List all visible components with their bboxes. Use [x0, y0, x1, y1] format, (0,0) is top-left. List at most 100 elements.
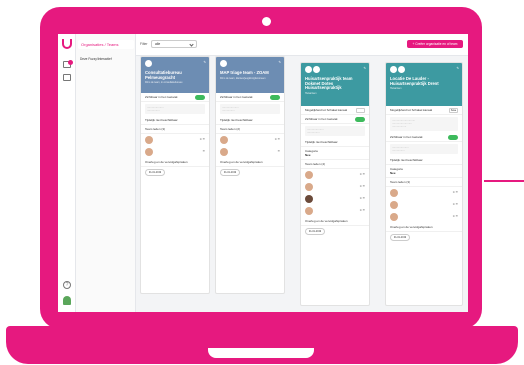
member-actions-icon[interactable]: ⚙ ☰ — [360, 173, 365, 176]
member-actions-icon[interactable]: ⚙ ☰ — [275, 138, 280, 141]
save-button[interactable]: Save — [449, 108, 458, 113]
member-actions-icon[interactable]: ⚙ ☰ — [453, 203, 458, 206]
visibility-toggle[interactable] — [195, 95, 205, 100]
meeting-date: 01-01-2019 — [390, 234, 410, 242]
meeting-item[interactable]: 01-01-2019 — [305, 227, 365, 237]
member-row[interactable]: ⚙ ☰ — [301, 205, 369, 217]
laptop-base — [6, 326, 518, 364]
help-icon[interactable]: ? — [63, 281, 71, 289]
member-avatar — [305, 207, 313, 216]
filter-select[interactable]: alle — [151, 40, 197, 48]
laptop-illustration: ? Organisaties / Teams Deze Fuzzy/Intera… — [0, 0, 524, 365]
create-team-button[interactable]: + Creëer organisatie en of team — [407, 40, 463, 48]
card-subtitle: Dit is de team, klanten/jeugdzorgfenomee… — [220, 76, 266, 80]
info-note: ····················· ················ — [390, 143, 458, 155]
card-title: Consultatiebureau Pelmeusgracht — [145, 70, 182, 80]
team-icon — [390, 66, 397, 73]
category-row: Categorie Nee — [386, 165, 462, 179]
member-actions-icon[interactable]: ⚙ ☰ — [200, 138, 205, 141]
member-actions-icon[interactable]: ⚙ ☰ — [453, 215, 458, 218]
meeting-item[interactable]: 01-01-2019 — [145, 168, 205, 178]
user-avatar-icon[interactable] — [63, 296, 71, 305]
member-row[interactable]: ⚙ ☰ — [386, 187, 462, 199]
member-actions-icon[interactable]: ⚙ ☰ — [360, 197, 365, 200]
icon-rail: ? — [58, 34, 76, 312]
team-card: ✎ Huisartsenpraktijk team Dokmet Dotes H… — [300, 62, 370, 306]
laptop-camera — [262, 17, 271, 26]
channel-row: Mogelijkheid tot Schakel kanaal — [301, 106, 369, 115]
category-value: Nee — [390, 171, 396, 176]
row-label: Tijdelijk niet beschikbaar — [305, 140, 338, 145]
members-label: Team leden (4) — [305, 162, 326, 167]
member-avatar — [220, 136, 228, 145]
member-avatar — [390, 201, 398, 210]
member-actions-icon[interactable]: ⚙ ☰ — [453, 191, 458, 194]
member-actions-icon[interactable]: ☰ — [203, 150, 205, 153]
row-label: Zichtbaar in het zoekvak — [220, 95, 253, 99]
member-row[interactable]: ⚙ ☰ — [386, 199, 462, 211]
team-icon — [305, 66, 312, 73]
member-row[interactable]: ☰ — [216, 146, 284, 158]
team-icon — [145, 60, 152, 67]
member-row[interactable]: ⚙ ☰ — [216, 134, 284, 146]
unavailable-row: Tijdelijk niet beschikbaar — [141, 116, 209, 126]
toolbar: Filter alle + Creëer organisatie en of t… — [136, 34, 468, 56]
chat-icon[interactable] — [63, 74, 71, 81]
meetings-header: Overleg en de vervolgafspraken — [386, 223, 462, 233]
member-avatar — [390, 189, 398, 198]
unavailable-row: Tijdelijk niet beschikbaar — [386, 156, 462, 166]
member-actions-icon[interactable]: ☰ — [278, 150, 280, 153]
card-subtitle: Huisartsen — [390, 87, 402, 91]
cable-line — [484, 180, 524, 182]
member-row[interactable]: ⚙ ☰ — [386, 211, 462, 223]
visibility-toggle[interactable] — [270, 95, 280, 100]
category-value: Nee — [305, 153, 311, 158]
row-label: Zichtbaar in het zoekvak — [145, 95, 178, 99]
meetings-label: Overleg en de vervolgafspraken — [390, 225, 433, 230]
card-header: ✎ Locatie De Lauder - Huisartsenpraktijk… — [386, 63, 462, 106]
row-label: Mogelijkheid tot Schakel kanaal — [305, 108, 348, 112]
laptop-notch — [208, 348, 314, 358]
nav-organisaties-teams[interactable]: Organisaties / Teams — [78, 40, 134, 49]
channel-row: Mogelijkheid tot Schakel kanaal Save — [386, 106, 462, 115]
member-row[interactable]: ⚙ ☰ — [301, 181, 369, 193]
row-label: Zichtbaar in het zoekvak — [390, 134, 423, 139]
meetings-header: Overleg en de vervolgafspraken — [141, 158, 209, 168]
app-logo-icon[interactable] — [62, 39, 72, 49]
unavailable-row: Tijdelijk niet beschikbaar — [301, 138, 369, 148]
info-note: ····················· ················ — [305, 126, 365, 137]
meeting-item[interactable]: 01-01-2019 — [220, 168, 280, 178]
visibility-row: Zichtbaar in het zoekvak — [386, 133, 462, 142]
members-header: Team leden (2) — [216, 125, 284, 135]
nav-item-fuzzy[interactable]: Deze Fuzzy/Interactief — [80, 57, 112, 61]
team-card: ✎ Locatie De Lauder - Huisartsenpraktijk… — [385, 62, 463, 306]
team-card: ✎ MAP triage team - ZOAM Dit is de team,… — [215, 56, 285, 294]
visibility-toggle[interactable] — [448, 134, 458, 140]
member-row[interactable]: ⚙ ☰ — [301, 169, 369, 181]
edit-icon[interactable]: ✎ — [363, 66, 366, 70]
card-subtitle: Huisartsen — [305, 91, 317, 95]
channel-button[interactable] — [356, 108, 365, 113]
card-header: ✎ Consultatiebureau Pelmeusgracht Dit is… — [141, 57, 209, 93]
members-label: Team leden (2) — [220, 127, 241, 132]
member-avatar — [305, 195, 313, 204]
edit-icon[interactable]: ✎ — [278, 60, 281, 64]
member-actions-icon[interactable]: ⚙ ☰ — [360, 209, 365, 212]
app-screen: ? Organisaties / Teams Deze Fuzzy/Intera… — [58, 34, 468, 312]
member-row[interactable]: ⚙ ☰ — [141, 134, 209, 146]
edit-icon[interactable]: ✎ — [456, 66, 459, 70]
visibility-toggle[interactable] — [355, 117, 365, 122]
info-note: ····························· ···········… — [390, 117, 458, 131]
meeting-item[interactable]: 01-01-2019 — [390, 233, 458, 243]
member-row[interactable]: ☰ — [141, 146, 209, 158]
members-label: Team leden (3) — [390, 180, 411, 185]
meetings-label: Overleg en de vervolgafspraken — [305, 219, 348, 224]
members-label: Team leden (3) — [145, 127, 166, 132]
notification-badge — [68, 60, 73, 65]
row-label: Tijdelijk niet beschikbaar — [390, 158, 423, 163]
member-row[interactable]: ⚙ ☰ — [301, 193, 369, 205]
member-avatar — [220, 148, 228, 157]
meetings-header: Overleg en de vervolgafspraken — [301, 217, 369, 227]
edit-icon[interactable]: ✎ — [203, 60, 206, 64]
member-actions-icon[interactable]: ⚙ ☰ — [360, 185, 365, 188]
